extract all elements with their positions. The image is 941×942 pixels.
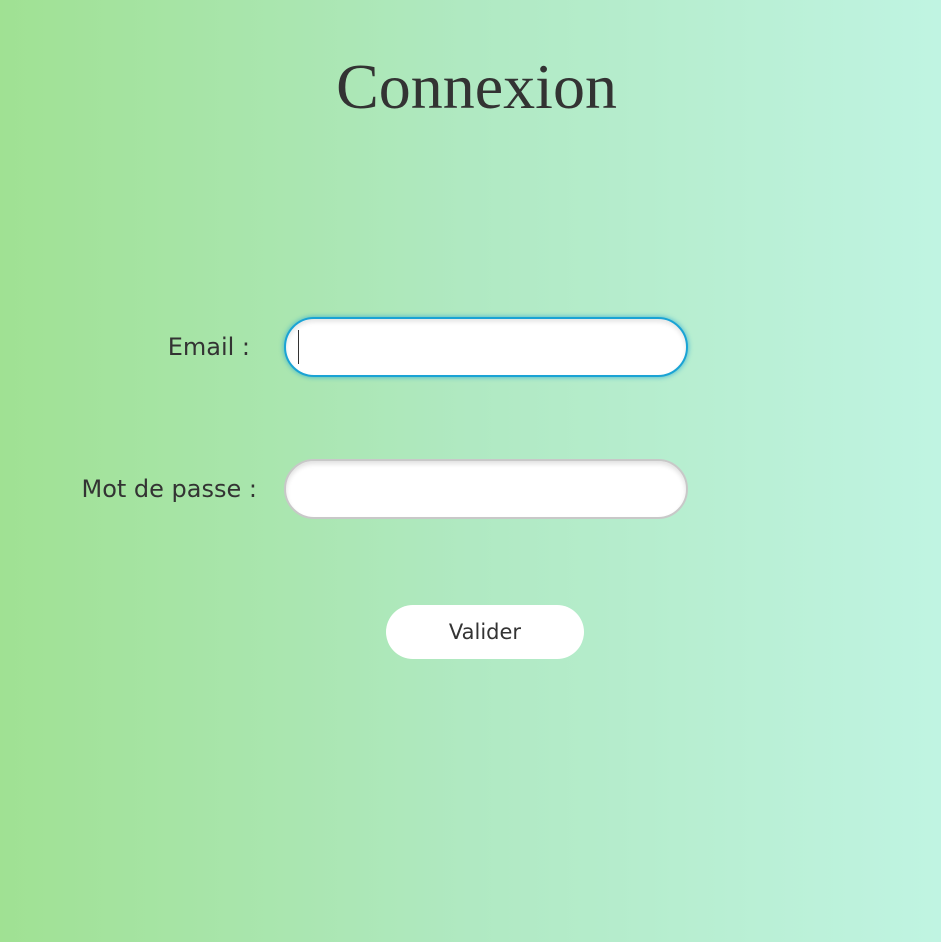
email-field[interactable]	[284, 317, 688, 377]
text-cursor	[298, 330, 299, 364]
submit-button[interactable]: Valider	[386, 605, 584, 659]
page-title: Connexion	[336, 51, 617, 122]
email-label: Email :	[167, 333, 250, 361]
password-row: Mot de passe :	[0, 459, 941, 519]
password-label: Mot de passe :	[81, 475, 258, 503]
password-field[interactable]	[284, 459, 688, 519]
email-row: Email :	[0, 317, 941, 377]
